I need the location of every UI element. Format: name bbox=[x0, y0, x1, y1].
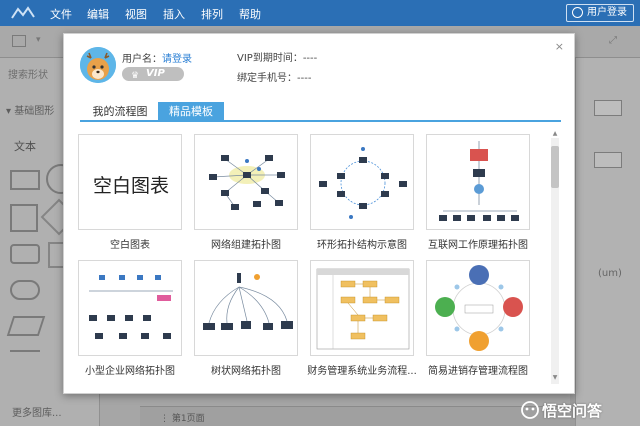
app-logo-icon bbox=[10, 5, 36, 21]
internet-principle-thumbnail bbox=[439, 141, 519, 221]
template-modal: × 用户名：请登录 ♛ VIP VIP到期时间：---- 绑定手机号：---- … bbox=[63, 33, 575, 394]
text-shape[interactable]: 文本 bbox=[14, 138, 36, 154]
network-topology-thumbnail bbox=[209, 155, 285, 210]
format-input-1[interactable] bbox=[594, 100, 622, 116]
user-login-label: 用户登录 bbox=[587, 7, 627, 18]
menu-arrange[interactable]: 排列 bbox=[201, 6, 223, 22]
menu-view[interactable]: 视图 bbox=[125, 6, 147, 22]
avatar bbox=[80, 47, 116, 83]
scroll-down-arrow-icon[interactable]: ▼ bbox=[551, 374, 559, 382]
rounded-rect-shape[interactable] bbox=[10, 244, 40, 264]
username-row: 用户名：请登录 bbox=[122, 50, 192, 65]
template-label: 小型企业网络拓扑图 bbox=[85, 366, 175, 377]
template-label: 网络组建拓扑图 bbox=[211, 240, 281, 251]
menu-help[interactable]: 帮助 bbox=[239, 6, 261, 22]
template-card-small-business[interactable] bbox=[78, 260, 182, 356]
template-label: 树状网络拓扑图 bbox=[211, 366, 281, 377]
template-card-network-build[interactable] bbox=[194, 134, 298, 230]
tab-my-flowcharts[interactable]: 我的流程图 bbox=[80, 102, 160, 122]
template-label: 空白图表 bbox=[110, 240, 150, 251]
template-card-tree-network[interactable] bbox=[194, 260, 298, 356]
more-shapes-link[interactable]: 更多图库... bbox=[12, 404, 62, 419]
template-card-finance-flow[interactable] bbox=[310, 260, 414, 356]
menu-insert[interactable]: 插入 bbox=[163, 6, 185, 22]
small-business-thumbnail bbox=[89, 275, 173, 339]
rectangle-shape[interactable] bbox=[10, 170, 40, 190]
template-label: 环形拓扑结构示意图 bbox=[317, 240, 407, 251]
trapezoid-shape[interactable] bbox=[6, 316, 46, 336]
inventory-flow-thumbnail bbox=[435, 265, 523, 351]
crown-icon: ♛ bbox=[131, 71, 140, 81]
template-card-blank[interactable]: 空白图表 bbox=[78, 134, 182, 230]
menu-edit[interactable]: 编辑 bbox=[87, 6, 109, 22]
user-icon bbox=[572, 7, 583, 18]
watermark: 悟空问答 bbox=[520, 398, 638, 422]
unit-label: (um) bbox=[598, 268, 622, 279]
template-card-inventory-flow[interactable] bbox=[426, 260, 530, 356]
vip-badge: ♛ VIP bbox=[122, 67, 184, 81]
template-card-internet-principle[interactable] bbox=[426, 134, 530, 230]
modal-tabs: 我的流程图 精品模板 bbox=[80, 102, 561, 122]
cloud-shape[interactable] bbox=[10, 280, 40, 300]
login-link[interactable]: 请登录 bbox=[162, 54, 192, 65]
blank-chart-text: 空白图表 bbox=[92, 175, 169, 197]
finance-flow-thumbnail bbox=[316, 268, 410, 350]
page-icon[interactable] bbox=[12, 35, 26, 47]
template-label: 简易进销存管理流程图 bbox=[428, 366, 528, 377]
square-shape[interactable] bbox=[10, 204, 38, 232]
chevron-down-icon[interactable]: ▾ bbox=[36, 35, 50, 47]
template-card-ring-topology[interactable] bbox=[310, 134, 414, 230]
format-panel: (um) bbox=[575, 58, 640, 426]
wukong-logo-icon bbox=[521, 401, 539, 419]
page-bar: ⋮ 第1页面 bbox=[140, 406, 570, 426]
username-label: 用户名： bbox=[122, 54, 162, 65]
user-login-button[interactable]: 用户登录 bbox=[566, 4, 634, 22]
format-input-2[interactable] bbox=[594, 152, 622, 168]
menubar: 文件 编辑 视图 插入 排列 帮助 用户登录 bbox=[0, 0, 640, 26]
vip-badge-label: VIP bbox=[146, 68, 165, 79]
vip-expiry: VIP到期时间：---- bbox=[237, 53, 318, 64]
tab-premium-templates[interactable]: 精品模板 bbox=[158, 102, 224, 122]
close-icon[interactable]: × bbox=[555, 40, 564, 53]
section-basic-shapes[interactable]: ▾ 基础图形 bbox=[6, 102, 54, 117]
line-shape[interactable] bbox=[10, 350, 40, 352]
section-title: 基础图形 bbox=[14, 106, 55, 117]
template-label: 互联网工作原理拓扑图 bbox=[428, 240, 528, 251]
ring-topology-thumbnail bbox=[319, 147, 407, 219]
tree-network-thumbnail bbox=[203, 273, 293, 330]
template-label: 财务管理系统业务流程... bbox=[307, 366, 417, 377]
watermark-text: 悟空问答 bbox=[542, 402, 603, 420]
bound-phone: 绑定手机号：---- bbox=[237, 73, 312, 84]
fullscreen-icon[interactable]: ⤢ bbox=[609, 35, 623, 47]
page-tab-label: 第1页面 bbox=[171, 414, 205, 424]
scrollbar-thumb[interactable] bbox=[551, 146, 559, 188]
page-tab[interactable]: ⋮ 第1页面 bbox=[160, 411, 205, 424]
menu-file[interactable]: 文件 bbox=[50, 6, 72, 22]
scroll-up-arrow-icon[interactable]: ▲ bbox=[551, 130, 559, 138]
deer-avatar-icon bbox=[80, 47, 116, 83]
